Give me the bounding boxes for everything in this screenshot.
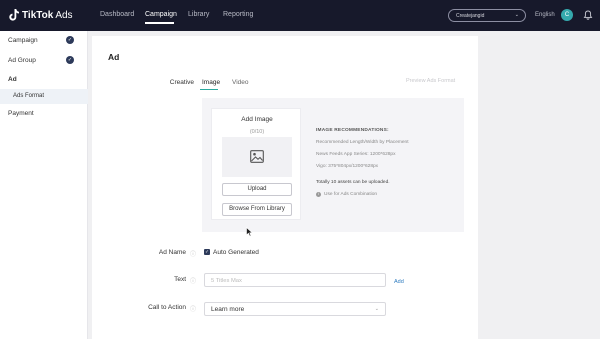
tab-video[interactable]: Video	[232, 79, 249, 86]
asset-limit-text: Totally 10 assets can be uploaded.	[316, 180, 390, 185]
mouse-cursor-icon	[246, 227, 253, 237]
sidebar-item-payment[interactable]: Payment	[8, 110, 34, 117]
auto-generated-checkbox[interactable]: ✓	[204, 249, 210, 255]
sidebar-item-campaign[interactable]: Campaign	[8, 37, 38, 44]
check-icon: ✓	[66, 36, 74, 44]
top-navigation-bar: TikTok Ads Dashboard Campaign Library Re…	[0, 0, 600, 31]
sidebar-item-label: Ads Format	[13, 93, 45, 99]
upload-button[interactable]: Upload	[222, 183, 292, 196]
image-placeholder[interactable]	[222, 137, 292, 177]
tiktok-logo-icon	[9, 9, 19, 21]
check-icon: ✓	[66, 56, 74, 64]
nav-reporting[interactable]: Reporting	[223, 11, 253, 18]
text-label: Text	[174, 276, 186, 283]
page-title: Ad	[108, 52, 120, 62]
add-image-title: Add Image	[241, 116, 273, 123]
cta-select[interactable]: Learn more ⌄	[204, 302, 386, 316]
sidebar-item-ad-group[interactable]: Ad Group	[8, 57, 36, 64]
tiktok-ads-logo[interactable]: TikTok Ads	[9, 9, 73, 21]
creative-label: Creative	[169, 79, 194, 86]
text-input[interactable]: 5 Titles Max	[204, 273, 386, 287]
active-nav-indicator	[145, 22, 174, 24]
sidebar-item-ad[interactable]: Ad	[8, 76, 17, 83]
recommendation-line: News Feeds App Series: 1200*628px	[316, 152, 396, 157]
help-icon: ⓘ	[190, 307, 197, 313]
image-count: (0/10)	[249, 129, 265, 135]
browse-library-button[interactable]: Browse From Library	[222, 203, 292, 216]
chevron-down-icon: ⌄	[514, 12, 519, 18]
cta-selected-value: Learn more	[211, 306, 245, 313]
image-icon	[250, 150, 264, 163]
recommendation-line: Vigo: 375*804px/1200*628px	[316, 164, 379, 169]
account-selector[interactable]: Createjangid ⌄	[448, 9, 526, 22]
brand-name: TikTok	[22, 9, 54, 21]
text-input-placeholder: 5 Titles Max	[211, 278, 242, 284]
help-icon: ⓘ	[190, 252, 197, 258]
cta-label: Call to Action	[148, 304, 186, 311]
image-upload-area: Add Image (0/10) Upload Browse From Libr…	[202, 98, 464, 232]
brand-suffix: Ads	[55, 9, 73, 21]
ad-form-panel: Ad Creative Image Video Preview Ads Form…	[92, 36, 478, 339]
preview-ads-format-link[interactable]: Preview Ads Format	[406, 78, 455, 84]
nav-library[interactable]: Library	[188, 11, 209, 18]
account-name: Createjangid	[456, 13, 485, 19]
ads-combination-text: Use for Ads Combination	[324, 192, 378, 197]
nav-campaign[interactable]: Campaign	[145, 11, 177, 18]
ad-name-label: Ad Name	[158, 249, 186, 256]
bell-icon[interactable]	[583, 10, 593, 20]
auto-generated-label: Auto Generated	[213, 249, 259, 256]
nav-dashboard[interactable]: Dashboard	[100, 11, 134, 18]
add-image-card: Add Image (0/10) Upload Browse From Libr…	[211, 108, 301, 220]
recommendations-heading: IMAGE RECOMMENDATIONS:	[316, 128, 389, 133]
active-tab-indicator	[200, 89, 218, 90]
sidebar: Campaign ✓ Ad Group ✓ Ad Ads Format Paym…	[0, 31, 88, 339]
sidebar-item-ads-format[interactable]: Ads Format	[0, 89, 88, 104]
add-text-link[interactable]: Add	[394, 279, 404, 285]
recommendation-line: Recommended Length/Width by Placement	[316, 140, 409, 145]
language-selector[interactable]: English	[535, 12, 555, 18]
info-icon: i	[316, 192, 321, 197]
help-icon: ⓘ	[190, 279, 197, 285]
chevron-down-icon: ⌄	[374, 306, 379, 312]
avatar[interactable]: C	[561, 9, 573, 21]
tab-image[interactable]: Image	[202, 79, 220, 86]
